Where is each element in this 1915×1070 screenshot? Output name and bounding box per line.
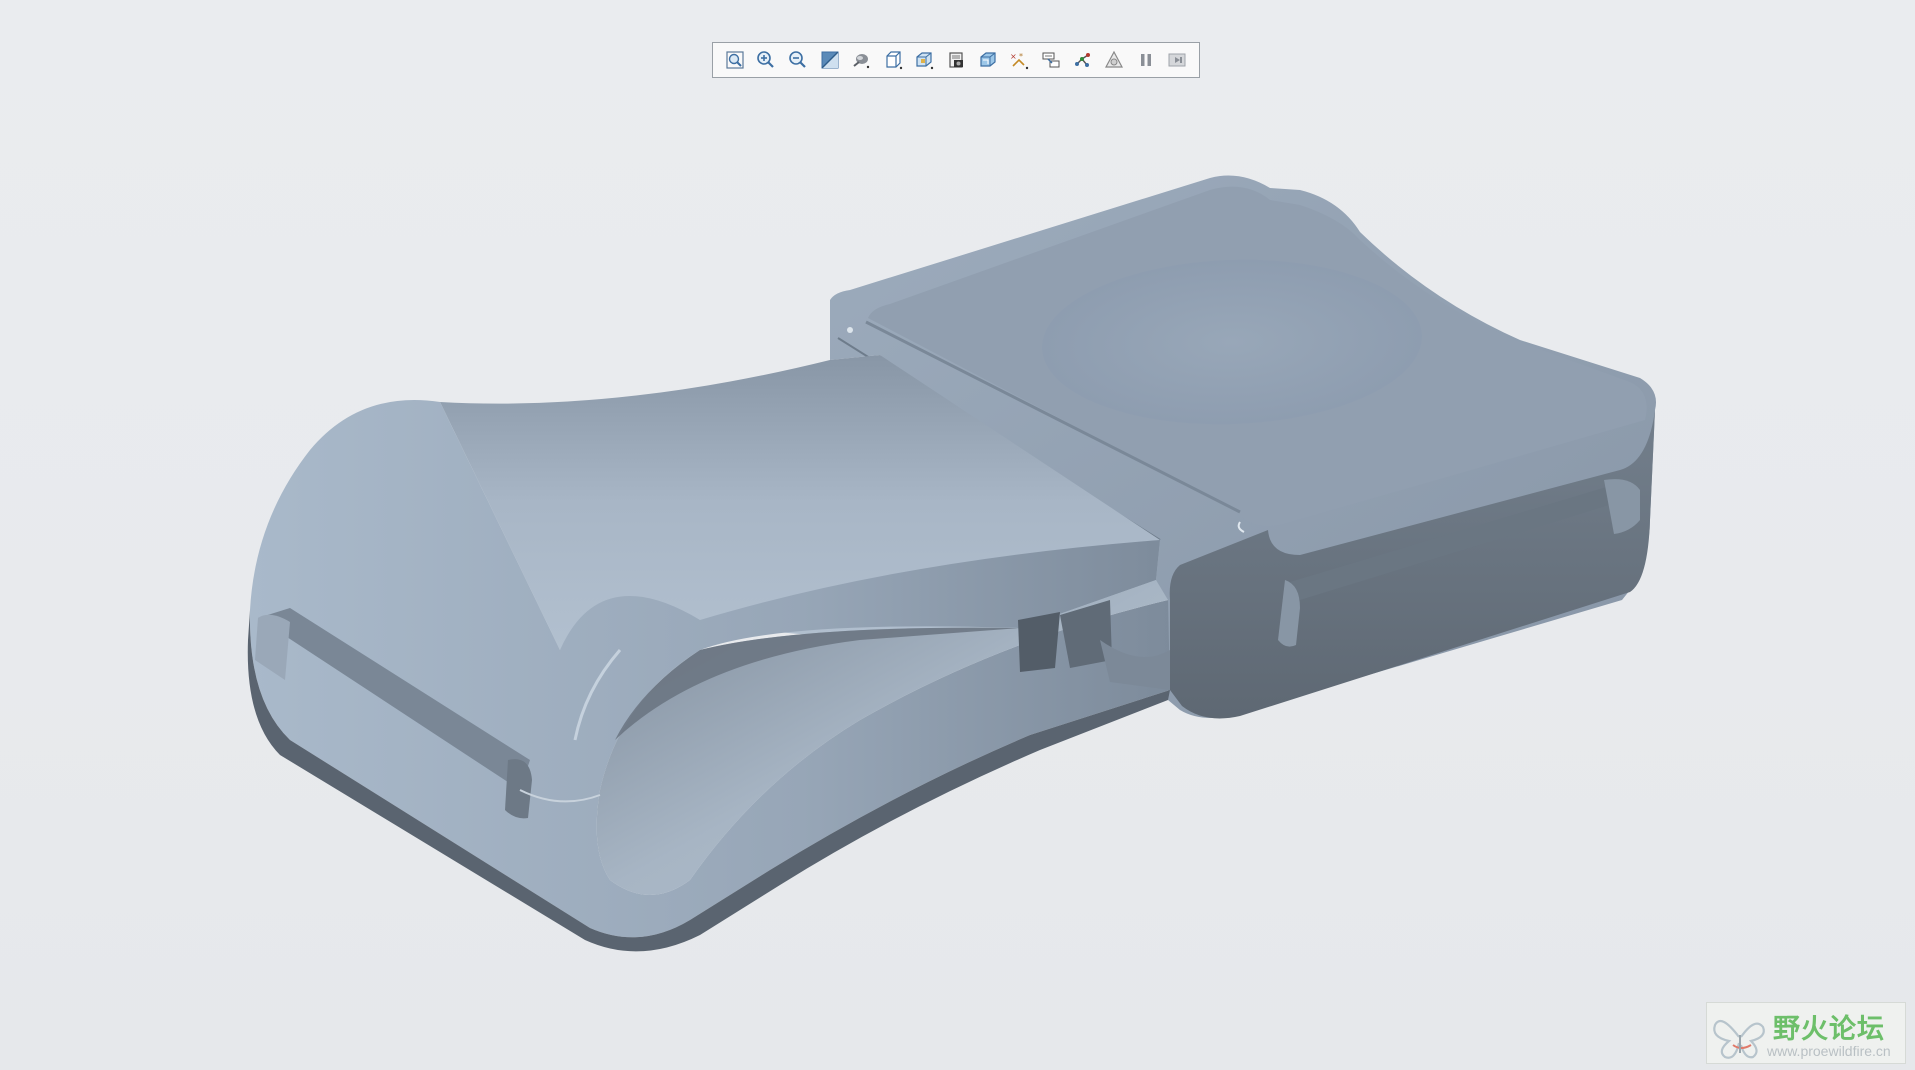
section-icon[interactable] (972, 44, 1004, 76)
display-style-icon[interactable] (845, 44, 877, 76)
appearance-icon[interactable] (1098, 44, 1130, 76)
watermark-title: 野火论坛 (1773, 1014, 1885, 1045)
refit-icon[interactable] (719, 44, 751, 76)
svg-text:×: × (1010, 52, 1017, 61)
next-icon[interactable] (1161, 44, 1193, 76)
butterfly-logo-icon (1713, 1019, 1765, 1059)
annotation-display-icon[interactable] (1035, 44, 1067, 76)
view-manager-icon[interactable] (909, 44, 941, 76)
forum-watermark: 野火论坛 www.proewildfire.cn (1706, 1002, 1906, 1064)
3d-model[interactable] (0, 0, 1915, 1070)
graphics-viewport[interactable]: × * 野火论坛 www.proewildfire.cn (0, 0, 1915, 1070)
repaint-icon[interactable] (814, 44, 846, 76)
pause-icon[interactable] (1130, 44, 1162, 76)
view-toolbar: × * (712, 42, 1200, 78)
datum-display-icon[interactable]: × * (1003, 44, 1035, 76)
zoom-in-icon[interactable] (751, 44, 783, 76)
watermark-url: www.proewildfire.cn (1767, 1043, 1891, 1059)
zoom-out-icon[interactable] (782, 44, 814, 76)
saved-orientations-icon[interactable] (877, 44, 909, 76)
spin-center-icon[interactable] (1067, 44, 1099, 76)
perspective-view-icon[interactable] (940, 44, 972, 76)
